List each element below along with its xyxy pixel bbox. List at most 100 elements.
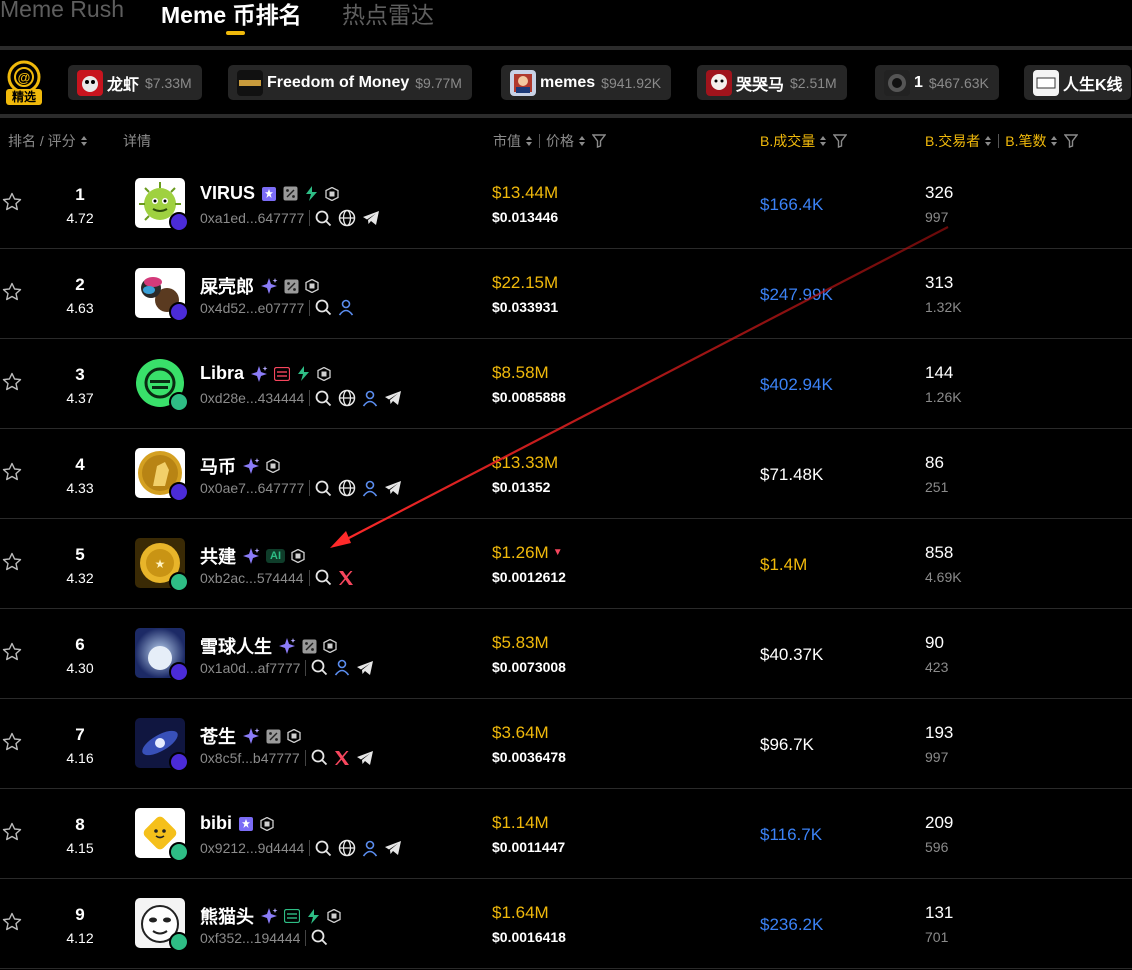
telegram-icon[interactable] [384,480,402,496]
chip-rensheng-kline[interactable]: 人生K线 [1024,65,1131,100]
token-name[interactable]: bibi [200,813,232,834]
token-address[interactable]: 0x8c5f...b47777 [200,750,300,766]
globe-icon[interactable] [338,479,356,497]
token-name[interactable]: 屎壳郎 [200,273,254,299]
table-row[interactable]: 5 4.32 ★ 共建 AI 0xb2ac...574444 $1.26M ▼ $0.00126… [0,518,1132,609]
telegram-icon[interactable] [356,660,374,676]
user-icon[interactable] [362,390,378,407]
featured-label: 精选 [11,90,36,104]
user-icon[interactable] [362,840,378,857]
market-cap: $3.64M [492,723,549,742]
search-icon[interactable] [315,390,332,407]
table-row[interactable]: 9 4.12 熊猫头 0xf352...194444 $1.64M $0.0016418 $… [0,878,1132,969]
traders: 209 [925,813,954,832]
user-icon[interactable] [362,480,378,497]
table-row[interactable]: 8 4.15 bibi 0x9212...9d4444 $1.14M $0.0011447… [0,788,1132,879]
column-market-cap-price[interactable]: 市值 价格 [493,131,606,151]
token-name[interactable]: 苍生 [200,723,236,749]
chip-freedom-of-money[interactable]: Freedom of Money $9.77M [228,65,472,100]
token-address[interactable]: 0x4d52...e07777 [200,300,304,316]
token-name[interactable]: 马币 [200,453,236,479]
chip-longxia[interactable]: 龙虾 $7.33M [68,65,202,100]
price: $0.0036478 [492,749,566,765]
token-address[interactable]: 0xa1ed...647777 [200,210,304,226]
market-cap: $13.44M [492,183,559,202]
filter-icon[interactable] [1064,134,1079,148]
table-row[interactable]: 6 4.30 雪球人生 0x1a0d...af7777 $5.83M $0.0073008… [0,608,1132,699]
tab-meme-ranking[interactable]: Meme 币排名 [161,0,302,30]
token-name[interactable]: 熊猫头 [200,903,254,929]
search-icon[interactable] [315,840,332,857]
search-icon[interactable] [315,569,332,586]
token-address[interactable]: 0x9212...9d4444 [200,840,304,856]
column-details: 详情 [123,131,151,151]
favorite-star-icon[interactable] [2,552,22,572]
token-address[interactable]: 0xb2ac...574444 [200,570,304,586]
tab-hot-radar[interactable]: 热点雷达 [342,0,434,30]
search-icon[interactable] [315,299,332,316]
favorite-star-icon[interactable] [2,732,22,752]
token-address[interactable]: 0xf352...194444 [200,930,300,946]
chip-icon [291,549,305,563]
x-icon[interactable] [334,750,350,766]
chip-icon [325,186,339,201]
favorite-star-icon[interactable] [2,282,22,302]
filter-icon[interactable] [592,134,606,148]
favorite-star-icon[interactable] [2,642,22,662]
column-label: 排名 / 评分 [8,133,76,149]
chip-1[interactable]: 1 $467.63K [875,65,999,100]
token-address[interactable]: 0x0ae7...647777 [200,480,304,496]
token-address[interactable]: 0x1a0d...af7777 [200,660,300,676]
lightning-icon [306,908,321,924]
volume: $116.7K [760,825,823,844]
column-label: B.笔数 [1005,133,1047,149]
telegram-icon[interactable] [362,210,380,226]
sort-icon [985,135,992,147]
token-name[interactable]: Libra [200,363,244,384]
favorite-star-icon[interactable] [2,462,22,482]
favorite-star-icon[interactable] [2,912,22,932]
search-icon[interactable] [315,210,332,227]
telegram-icon[interactable] [384,390,402,406]
column-traders-txns[interactable]: B.交易者 B.笔数 [925,131,1079,151]
user-icon[interactable] [338,299,354,316]
telegram-icon[interactable] [356,750,374,766]
favorite-star-icon[interactable] [2,822,22,842]
favorite-star-icon[interactable] [2,192,22,212]
table-row[interactable]: 3 4.37 Libra 0xd28e...434444 $8.58M $0.008588… [0,338,1132,429]
globe-icon[interactable] [338,209,356,227]
column-rank-score[interactable]: 排名 / 评分 [8,131,88,151]
tab-meme-rush[interactable]: Meme Rush [0,0,124,23]
txns: 701 [925,929,949,945]
globe-icon[interactable] [338,389,356,407]
traders: 131 [925,903,954,922]
search-icon[interactable] [311,659,328,676]
telegram-icon[interactable] [384,840,402,856]
column-label: 价格 [546,133,574,149]
x-icon[interactable] [338,570,354,586]
table-row[interactable]: 2 4.63 屎壳郎 0x4d52...e07777 $22.15M $0.033931 $… [0,248,1132,339]
filter-icon[interactable] [833,134,848,148]
sparkle-icon [260,277,278,295]
column-label: B.成交量 [760,133,816,149]
token-name[interactable]: 雪球人生 [200,633,272,659]
favorite-star-icon[interactable] [2,372,22,392]
table-row[interactable]: 1 4.72 VIRUS 0xa1ed...647777 $13.44M $0.01344… [0,158,1132,249]
column-volume[interactable]: B.成交量 [760,131,848,151]
token-name[interactable]: 共建 [200,543,236,569]
token-address[interactable]: 0xd28e...434444 [200,390,304,406]
globe-icon[interactable] [338,839,356,857]
user-icon[interactable] [334,659,350,676]
market-cap: $1.14M [492,813,549,832]
table-row[interactable]: 4 4.33 马币 0x0ae7...647777 $13.33M $0.01352 $71… [0,428,1132,519]
search-icon[interactable] [311,929,328,946]
chip-market-cap: $7.33M [145,74,192,91]
search-icon[interactable] [311,749,328,766]
featured-badge[interactable]: @ 精选 [5,60,43,106]
search-icon[interactable] [315,480,332,497]
chip-memes[interactable]: memes $941.92K [501,65,672,100]
sort-icon [80,135,88,147]
table-row[interactable]: 7 4.16 苍生 0x8c5f...b47777 $3.64M $0.0036478 $9… [0,698,1132,789]
chip-kukuma[interactable]: 哭哭马 $2.51M [697,65,847,100]
token-name[interactable]: VIRUS [200,183,255,204]
